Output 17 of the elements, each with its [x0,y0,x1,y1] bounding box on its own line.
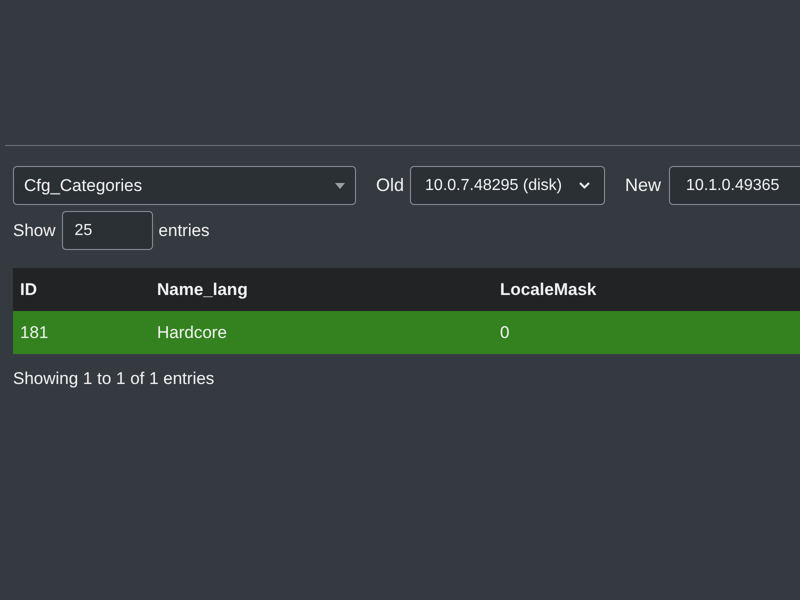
table-cell: 0 [500,322,510,342]
new-build-select[interactable]: 10.1.0.49365 [669,166,800,205]
table-info: Showing 1 to 1 of 1 entries [13,368,216,390]
chevron-down-icon [579,182,590,189]
column-header: LocaleMask [500,280,596,299]
column-header: Name_lang [157,280,248,299]
caret-icon [335,182,345,188]
entries-label: entries [158,220,210,242]
page-length-field[interactable]: 25 [62,211,153,250]
old-build-select[interactable]: 10.0.7.48295 (disk) [410,166,606,205]
table-select[interactable]: Cfg_Categories [13,166,356,205]
show-label: Show [13,220,56,242]
table-cell: 181 [20,322,48,342]
old-label: Old [376,174,404,197]
table-cell: Hardcore [157,322,227,342]
new-label: New [625,174,662,197]
column-header: ID [20,280,37,299]
